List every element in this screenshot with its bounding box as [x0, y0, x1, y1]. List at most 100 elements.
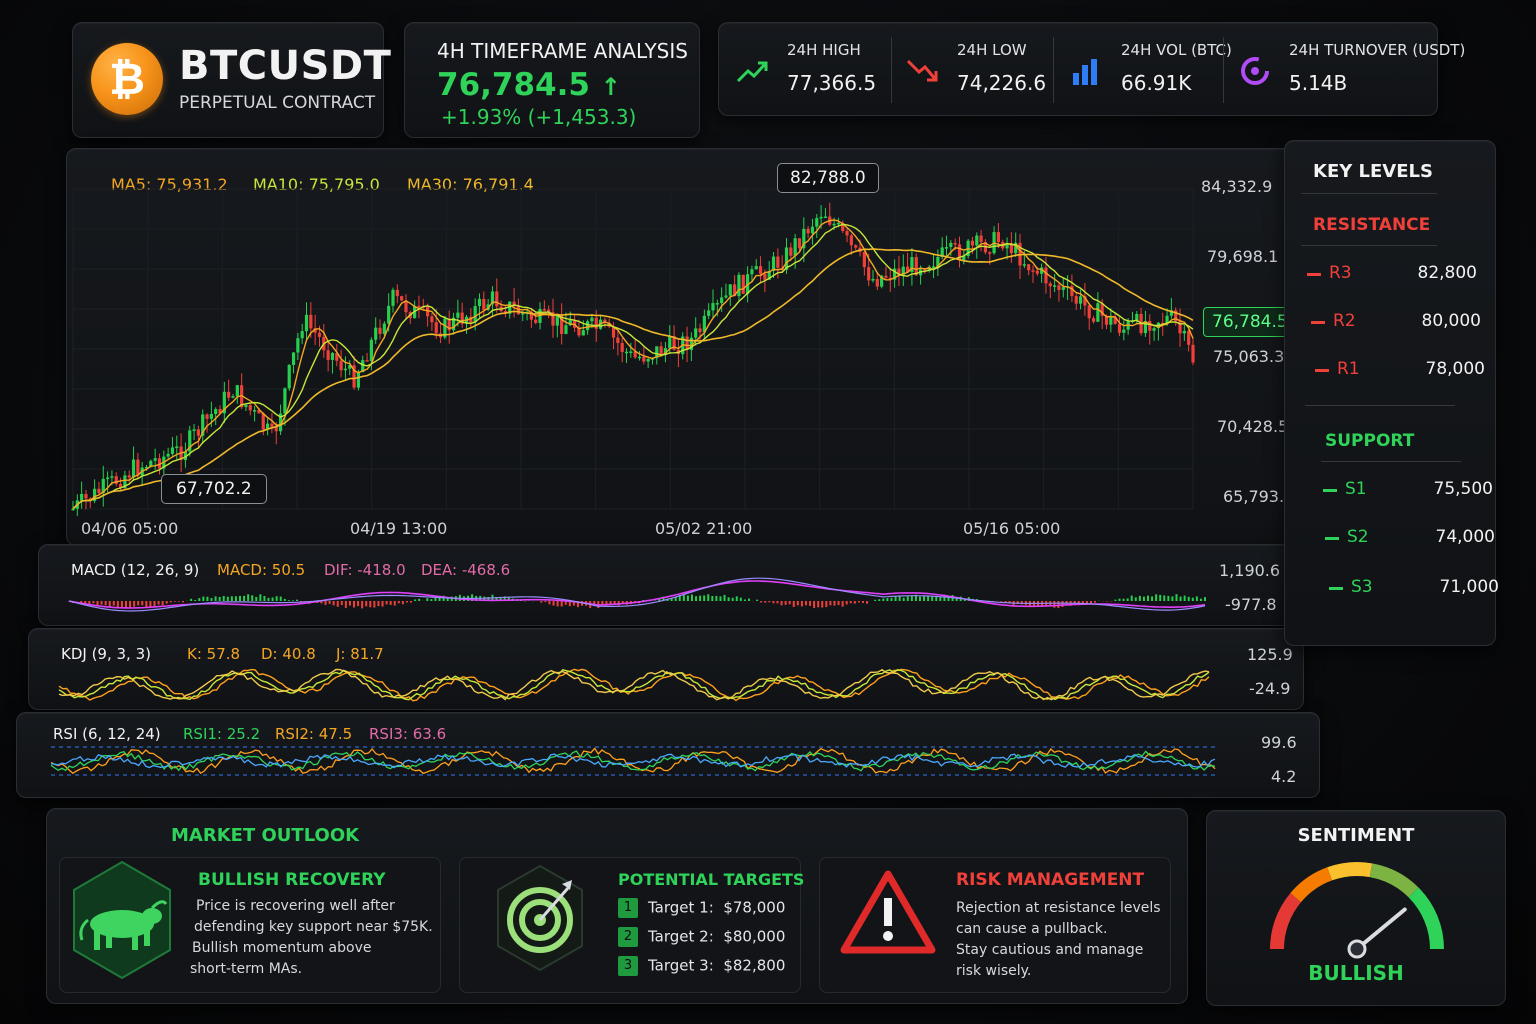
ma30-line — [72, 248, 1194, 510]
level-name: S2 — [1347, 527, 1369, 547]
level-r3: R3 82,800 — [1307, 263, 1477, 287]
ma10-line — [72, 223, 1194, 510]
rsi-plot[interactable] — [17, 713, 1217, 799]
y-tick: 75,063.3 — [1213, 347, 1285, 366]
candle-body — [283, 388, 287, 414]
candle-body — [1035, 270, 1039, 274]
macd-panel[interactable]: MACD (12, 26, 9) MACD: 50.5 DIF: -418.0 … — [38, 544, 1300, 626]
candle-body — [1148, 320, 1152, 331]
candle-body — [970, 240, 975, 246]
candle-body — [1053, 285, 1057, 287]
level-name: S1 — [1345, 479, 1367, 499]
y-tick: -24.9 — [1249, 679, 1291, 698]
candle-body — [1096, 303, 1100, 322]
stat-value: 77,366.5 — [787, 71, 877, 95]
candle-body — [637, 356, 642, 359]
candle-body — [270, 423, 274, 427]
candle-body — [1057, 285, 1061, 290]
candle-body — [482, 298, 486, 310]
green-dash-icon — [1323, 489, 1337, 492]
candle-body — [235, 385, 239, 397]
candle-body — [304, 314, 309, 332]
candle-body — [585, 321, 590, 331]
stat-value: 5.14B — [1289, 71, 1348, 95]
candle-body — [996, 232, 1001, 243]
candle-body — [382, 323, 386, 334]
support-title: SUPPORT — [1325, 431, 1415, 451]
kdj-plot[interactable] — [29, 629, 1219, 711]
risk-text-line: Stay cautious and manage — [956, 942, 1144, 958]
rsi-panel[interactable]: RSI (6, 12, 24) RSI1: 25.2 RSI2: 47.5 RS… — [16, 712, 1320, 798]
current-price-tag: 76,784.5 — [1203, 307, 1297, 337]
market-outlook-title: MARKET OUTLOOK — [171, 825, 360, 846]
y-tick: 84,332.9 — [1201, 177, 1273, 196]
candle-body — [624, 351, 629, 354]
candle-body — [434, 322, 438, 334]
target-value: $82,800 — [723, 956, 786, 975]
red-dash-icon — [1315, 369, 1329, 372]
level-r2: R2 80,000 — [1311, 311, 1481, 335]
divider — [1301, 193, 1437, 194]
stats-card: 24H HIGH 77,366.5 24H LOW 74,226.6 24H V… — [718, 22, 1465, 116]
candle-body — [646, 358, 650, 362]
candle-body — [339, 360, 343, 371]
candle-body — [1048, 283, 1052, 287]
candle-body — [836, 222, 841, 225]
candle-body — [789, 247, 793, 256]
candle-body — [590, 317, 594, 322]
candle-body — [166, 453, 170, 457]
candle-body — [1027, 264, 1031, 271]
target-number: 3 — [618, 956, 638, 976]
key-levels-panel: KEY LEVELS RESISTANCE R3 82,800 R2 80,00… — [1284, 140, 1499, 646]
candle-body — [542, 309, 546, 311]
macd-plot[interactable] — [39, 545, 1219, 627]
candle-body — [845, 230, 849, 236]
candle-body — [317, 332, 322, 337]
candle-body — [248, 405, 252, 411]
bullish-recovery-card: BULLISH RECOVERY Price is recovering wel… — [59, 857, 441, 993]
candle-body — [581, 330, 585, 336]
target-value: $80,000 — [723, 927, 786, 946]
candle-body — [1078, 296, 1083, 304]
candle-body — [616, 337, 620, 343]
candle-body — [1182, 330, 1186, 334]
price-chart[interactable]: MA5: 75,931.2 MA10: 75,795.0 MA30: 76,79… — [66, 148, 1298, 546]
candle-body — [642, 356, 646, 362]
candle-body — [391, 289, 395, 306]
stat-value: 74,226.6 — [957, 71, 1047, 95]
stat-label: 24H TURNOVER (USDT) — [1289, 41, 1466, 59]
y-tick: 79,698.1 — [1207, 247, 1279, 266]
candle-body — [763, 273, 767, 280]
candle-body — [153, 458, 157, 461]
candle-body — [400, 296, 404, 301]
candle-body — [231, 396, 235, 398]
candle-body — [564, 325, 568, 334]
resistance-title: RESISTANCE — [1313, 215, 1431, 235]
target-number: 2 — [618, 927, 638, 947]
candle-body — [296, 338, 300, 353]
candle-body — [330, 353, 335, 360]
divider — [1223, 37, 1224, 103]
kdj-panel[interactable]: KDJ (9, 3, 3) K: 57.8 D: 40.8 J: 81.7 12… — [28, 628, 1304, 710]
gauge-segment — [1408, 887, 1444, 950]
candle-body — [1074, 296, 1078, 304]
bar-chart-icon — [1073, 59, 1097, 85]
candle-body — [1152, 328, 1156, 331]
level-s2: S2 74,000 — [1325, 527, 1495, 551]
level-value: 71,000 — [1439, 577, 1499, 597]
candle-body — [793, 238, 797, 256]
bullish-text-line: defending key support near $75K. — [194, 919, 433, 935]
sentiment-gauge-icon — [1270, 862, 1444, 959]
level-s1: S1 75,500 — [1323, 479, 1493, 503]
y-tick: 1,190.6 — [1219, 561, 1281, 580]
stat-label: 24H HIGH — [787, 41, 861, 59]
level-value: 82,800 — [1417, 263, 1477, 283]
level-value: 78,000 — [1425, 359, 1485, 379]
risk-management-title: RISK MANAGEMENT — [956, 870, 1145, 890]
key-levels-title: KEY LEVELS — [1313, 161, 1433, 182]
kdj-line — [58, 669, 1210, 701]
turnover-icon — [1241, 57, 1269, 85]
candle-body — [975, 235, 979, 246]
candle-body — [365, 360, 369, 362]
candle-body — [131, 459, 136, 478]
